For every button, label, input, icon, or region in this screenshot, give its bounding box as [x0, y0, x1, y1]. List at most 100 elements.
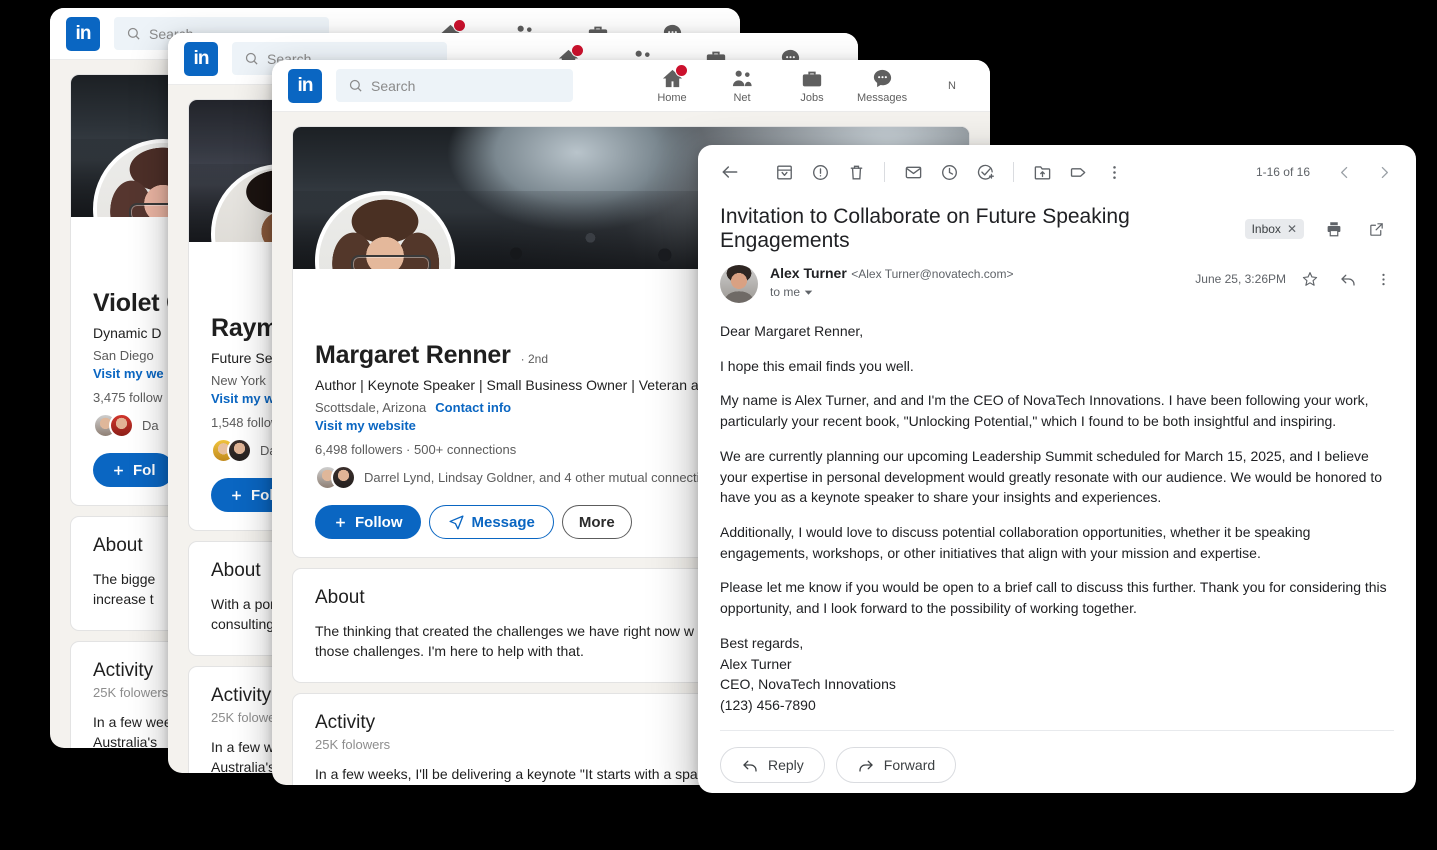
sender-name: Alex Turner [770, 265, 847, 281]
print-icon[interactable] [1316, 211, 1352, 247]
network-icon [731, 67, 754, 90]
mutual-avatars-3 [315, 465, 356, 490]
report-spam-icon[interactable] [802, 154, 838, 190]
delete-icon[interactable] [838, 154, 874, 190]
avatar-mini [331, 465, 356, 490]
email-subject-row: Invitation to Collaborate on Future Spea… [698, 199, 1416, 253]
sender-email: <Alex Turner@novatech.com> [851, 267, 1013, 281]
message-label: Message [472, 514, 535, 531]
email-meta: June 25, 3:26PM [1195, 265, 1394, 293]
move-to-icon[interactable] [1024, 154, 1060, 190]
subject-actions [1316, 211, 1394, 247]
recipient-label: to me [770, 285, 800, 299]
mutual-avatars-2 [211, 438, 252, 463]
email-subject: Invitation to Collaborate on Future Spea… [720, 205, 1233, 253]
mutual-names-3: Darrel Lynd, Lindsay Goldner, and 4 othe… [364, 470, 721, 485]
nav-messages-3[interactable]: Messages [860, 67, 904, 104]
signature-line: CEO, NovaTech Innovations [720, 676, 896, 692]
archive-icon[interactable] [766, 154, 802, 190]
email-sender-row: Alex Turner <Alex Turner@novatech.com> t… [698, 253, 1416, 303]
forward-button[interactable]: Forward [836, 747, 956, 783]
back-arrow-icon[interactable] [712, 154, 748, 190]
notification-badge [571, 44, 584, 57]
nav-actions-3: Home Net Jobs Messages N [650, 67, 974, 104]
linkedin-logo[interactable]: in [288, 69, 322, 103]
avatar[interactable] [315, 191, 455, 269]
signature-line: Alex Turner [720, 656, 792, 672]
linkedin-logo[interactable]: in [184, 42, 218, 76]
follow-button-1[interactable]: Fol [93, 453, 174, 487]
avatar[interactable] [720, 265, 758, 303]
toolbar-divider [884, 162, 885, 182]
email-paragraph: We are currently planning our upcoming L… [720, 446, 1394, 508]
search-icon [348, 78, 363, 93]
follow-button-3[interactable]: Follow [315, 505, 421, 539]
nav-notifications-3[interactable]: N [930, 80, 974, 92]
briefcase-icon [801, 68, 823, 90]
search-icon [126, 26, 141, 41]
follow-label-1: Fol [133, 462, 156, 479]
status-badge[interactable]: Inbox ✕ [1245, 219, 1304, 239]
signature-line: (123) 456-7890 [720, 697, 816, 713]
search-icon [244, 51, 259, 66]
plus-icon [333, 515, 348, 530]
avatar-mini [109, 413, 134, 438]
search-input-3[interactable]: Search [336, 69, 573, 102]
more-button[interactable]: More [562, 505, 632, 539]
follow-label-3: Follow [355, 514, 403, 531]
snooze-icon[interactable] [931, 154, 967, 190]
reply-icon [741, 756, 759, 774]
forward-label: Forward [884, 757, 935, 773]
nav-jobs-label: Jobs [800, 92, 823, 104]
next-email-icon[interactable] [1366, 154, 1402, 190]
recipient-row[interactable]: to me [770, 285, 1013, 299]
label-icon[interactable] [1060, 154, 1096, 190]
add-to-tasks-icon[interactable] [967, 154, 1003, 190]
page-title: Margaret Renner [315, 341, 511, 370]
reply-label: Reply [768, 757, 804, 773]
profile-location-1: San Diego [93, 348, 154, 363]
plus-icon [229, 488, 244, 503]
more-vert-icon[interactable] [1096, 154, 1132, 190]
mutual-avatars-1 [93, 413, 134, 438]
email-actions: Reply Forward [698, 731, 1416, 783]
email-paragraph: My name is Alex Turner, and and I'm the … [720, 390, 1394, 431]
messages-icon [871, 67, 894, 90]
inbox-label: Inbox [1252, 222, 1281, 236]
profile-location-3: Scottsdale, Arizona [315, 400, 426, 415]
nav-messages-label: Messages [857, 92, 907, 104]
more-vert-icon[interactable] [1372, 265, 1394, 293]
email-paragraph: Dear Margaret Renner, [720, 321, 1394, 342]
signature-line: Best regards, [720, 635, 803, 651]
email-signature: Best regards, Alex Turner CEO, NovaTech … [720, 633, 1394, 716]
email-pager: 1-16 of 16 [1256, 154, 1402, 190]
chevron-down-icon [804, 288, 813, 297]
email-count: 1-16 of 16 [1256, 165, 1310, 179]
forward-icon [857, 756, 875, 774]
notification-badge [453, 19, 466, 32]
email-paragraph: I hope this email finds you well. [720, 356, 1394, 377]
nav-home-3[interactable]: Home [650, 67, 694, 104]
close-icon[interactable]: ✕ [1287, 222, 1297, 236]
email-paragraph: Please let me know if you would be open … [720, 577, 1394, 618]
nav-network-3[interactable]: Net [720, 67, 764, 104]
contact-info-link-3[interactable]: Contact info [435, 400, 511, 415]
star-icon[interactable] [1296, 265, 1324, 293]
prev-email-icon[interactable] [1326, 154, 1362, 190]
gmail-window[interactable]: 1-16 of 16 Invitation to Collaborate on … [698, 145, 1416, 793]
email-body: Dear Margaret Renner, I hope this email … [698, 303, 1416, 716]
message-button[interactable]: Message [429, 505, 554, 539]
open-in-new-window-icon[interactable] [1358, 211, 1394, 247]
nav-network-label: Net [733, 92, 750, 104]
toolbar-divider [1013, 162, 1014, 182]
nav-jobs-3[interactable]: Jobs [790, 68, 834, 104]
mark-unread-icon[interactable] [895, 154, 931, 190]
avatar-mini [227, 438, 252, 463]
reply-icon[interactable] [1334, 265, 1362, 293]
reply-button[interactable]: Reply [720, 747, 825, 783]
email-date: June 25, 3:26PM [1195, 272, 1286, 286]
linkedin-logo[interactable]: in [66, 17, 100, 51]
send-icon [448, 514, 465, 531]
plus-icon [111, 463, 126, 478]
email-paragraph: Additionally, I would love to discuss po… [720, 522, 1394, 563]
